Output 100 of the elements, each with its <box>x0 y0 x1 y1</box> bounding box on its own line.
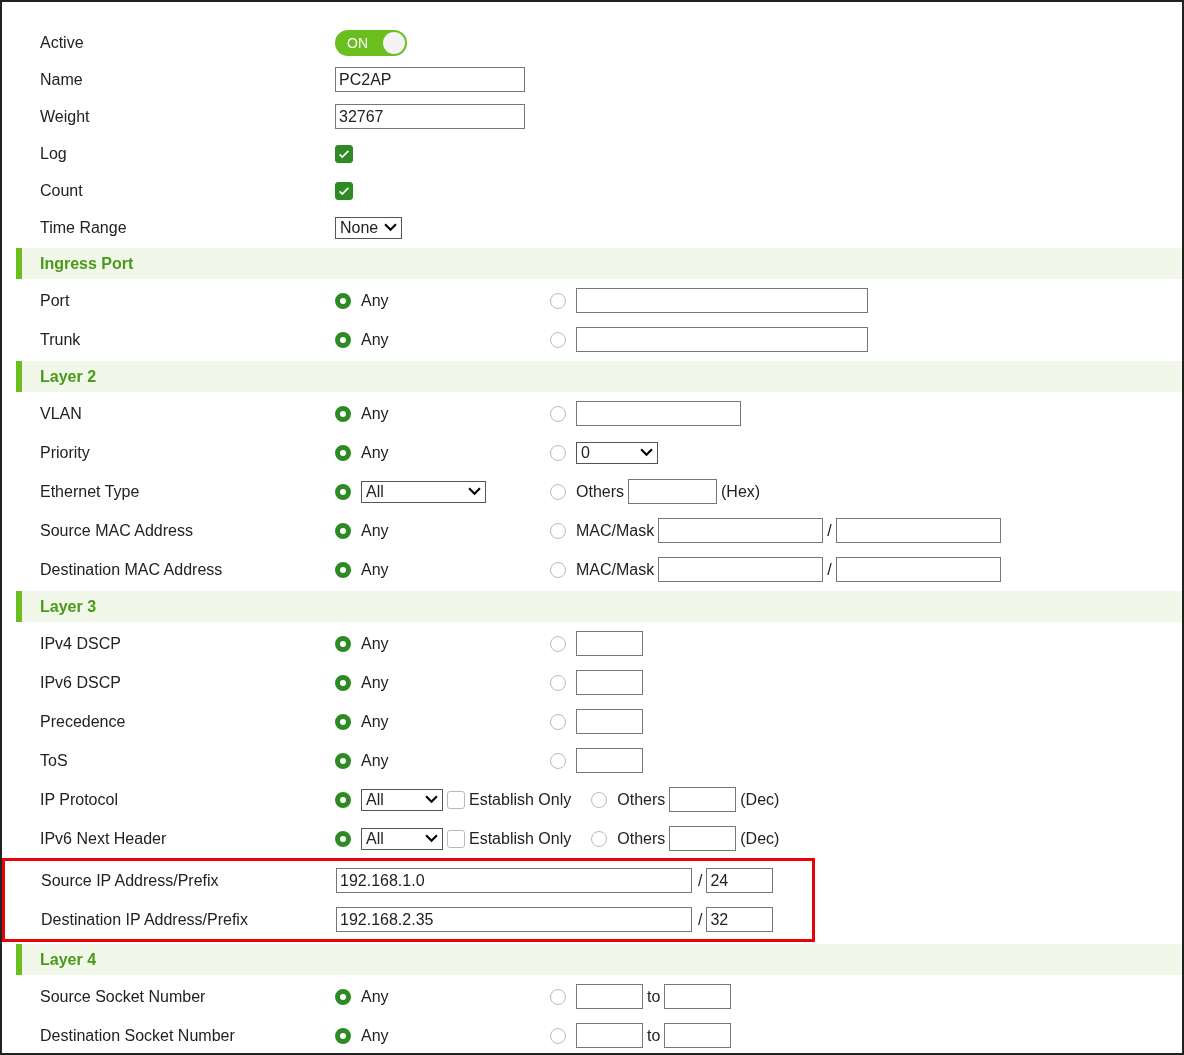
field-label: Destination IP Address/Prefix <box>40 910 249 929</box>
input-field[interactable] <box>576 327 868 352</box>
radio-button[interactable] <box>335 988 351 1005</box>
input-field[interactable]: 32 <box>706 907 774 932</box>
radio-button[interactable] <box>550 331 566 348</box>
option-text: Others <box>576 482 624 501</box>
section-title: Layer 4 <box>39 950 97 969</box>
radio-button[interactable] <box>550 292 566 309</box>
input-field[interactable] <box>835 557 1001 582</box>
radio-button[interactable] <box>335 1027 351 1044</box>
radio-button[interactable] <box>550 1027 566 1044</box>
option-text: Any <box>361 751 389 770</box>
input-field[interactable] <box>576 401 741 426</box>
dropdown[interactable]: All <box>361 827 443 850</box>
field-label: IP Protocol <box>39 790 119 809</box>
section-title: Layer 2 <box>39 367 97 386</box>
radio-button[interactable] <box>550 444 566 461</box>
field-label: VLAN <box>39 404 83 423</box>
radio-button[interactable] <box>335 292 351 309</box>
radio-button[interactable] <box>550 522 566 539</box>
option-text: Any <box>361 673 389 692</box>
option-text: Establish Only <box>469 829 572 848</box>
radio-button[interactable] <box>550 713 566 730</box>
field-label: Destination Socket Number <box>39 1026 236 1045</box>
input-field[interactable]: 192.168.1.0 <box>336 868 692 893</box>
dropdown[interactable]: None <box>335 216 403 239</box>
field-label: Time Range <box>39 218 128 237</box>
radio-button[interactable] <box>335 752 351 769</box>
input-field[interactable] <box>669 787 737 812</box>
option-text: Any <box>361 1026 389 1045</box>
radio-button[interactable] <box>550 561 566 578</box>
field-label: Count <box>39 181 84 200</box>
input-field[interactable] <box>835 518 1001 543</box>
input-field[interactable]: 192.168.2.35 <box>336 907 692 932</box>
radio-button[interactable] <box>550 988 566 1005</box>
radio-button[interactable] <box>335 483 351 500</box>
field-label: Active <box>39 33 85 52</box>
field-label: IPv6 Next Header <box>39 829 168 848</box>
option-text: / <box>698 910 703 929</box>
radio-button[interactable] <box>550 752 566 769</box>
input-field[interactable] <box>576 984 643 1009</box>
input-field[interactable] <box>658 557 824 582</box>
radio-button[interactable] <box>335 522 351 539</box>
radio-button[interactable] <box>335 830 351 847</box>
input-field[interactable] <box>664 984 732 1009</box>
field-label: Ethernet Type <box>39 482 141 501</box>
radio-button[interactable] <box>335 674 351 691</box>
checkbox[interactable] <box>447 790 465 809</box>
option-text: MAC/Mask <box>576 521 655 540</box>
input-field[interactable] <box>576 288 868 313</box>
radio-button[interactable] <box>335 444 351 461</box>
checkbox[interactable] <box>335 144 353 163</box>
radio-button[interactable] <box>550 635 566 652</box>
field-label: Port <box>39 291 71 310</box>
radio-button[interactable] <box>335 635 351 652</box>
field-label: Source IP Address/Prefix <box>40 871 220 890</box>
input-field[interactable] <box>658 518 824 543</box>
option-text: Others <box>617 790 666 809</box>
dropdown[interactable]: All <box>361 788 443 811</box>
option-text: Any <box>361 521 389 540</box>
input-field[interactable] <box>576 631 643 656</box>
input-field[interactable] <box>576 670 643 695</box>
radio-button[interactable] <box>550 405 566 422</box>
chevron-down-icon <box>468 487 481 496</box>
input-field[interactable] <box>628 479 717 504</box>
field-label: IPv6 DSCP <box>39 673 122 692</box>
input-field[interactable]: 24 <box>706 868 774 893</box>
field-label: Weight <box>39 107 91 126</box>
field-label: Source Socket Number <box>39 987 207 1006</box>
option-text: to <box>647 1026 661 1045</box>
radio-button[interactable] <box>335 791 351 808</box>
radio-button[interactable] <box>550 674 566 691</box>
radio-button[interactable] <box>591 791 608 808</box>
input-field[interactable]: 32767 <box>335 104 525 129</box>
option-text: MAC/Mask <box>576 560 655 579</box>
option-text: (Dec) <box>740 790 780 809</box>
field-label: Priority <box>39 443 91 462</box>
input-field[interactable] <box>669 826 737 851</box>
input-field[interactable] <box>576 709 643 734</box>
input-field[interactable] <box>664 1023 732 1048</box>
radio-button[interactable] <box>335 713 351 730</box>
checkbox[interactable] <box>447 829 465 848</box>
field-label: IPv4 DSCP <box>39 634 122 653</box>
radio-button[interactable] <box>335 561 351 578</box>
option-text: (Dec) <box>740 829 780 848</box>
option-text: to <box>647 987 661 1006</box>
input-field[interactable] <box>576 1023 643 1048</box>
field-label: Destination MAC Address <box>39 560 224 579</box>
radio-button[interactable] <box>550 483 566 500</box>
dropdown[interactable]: 0 <box>576 441 658 464</box>
field-label: Precedence <box>39 712 127 731</box>
chevron-down-icon <box>640 448 653 457</box>
option-text: Others <box>617 829 666 848</box>
input-field[interactable]: PC2AP <box>335 67 525 92</box>
radio-button[interactable] <box>591 830 608 847</box>
dropdown[interactable]: All <box>361 480 486 503</box>
radio-button[interactable] <box>335 331 351 348</box>
input-field[interactable] <box>576 748 643 773</box>
checkbox[interactable] <box>335 181 353 200</box>
radio-button[interactable] <box>335 405 351 422</box>
